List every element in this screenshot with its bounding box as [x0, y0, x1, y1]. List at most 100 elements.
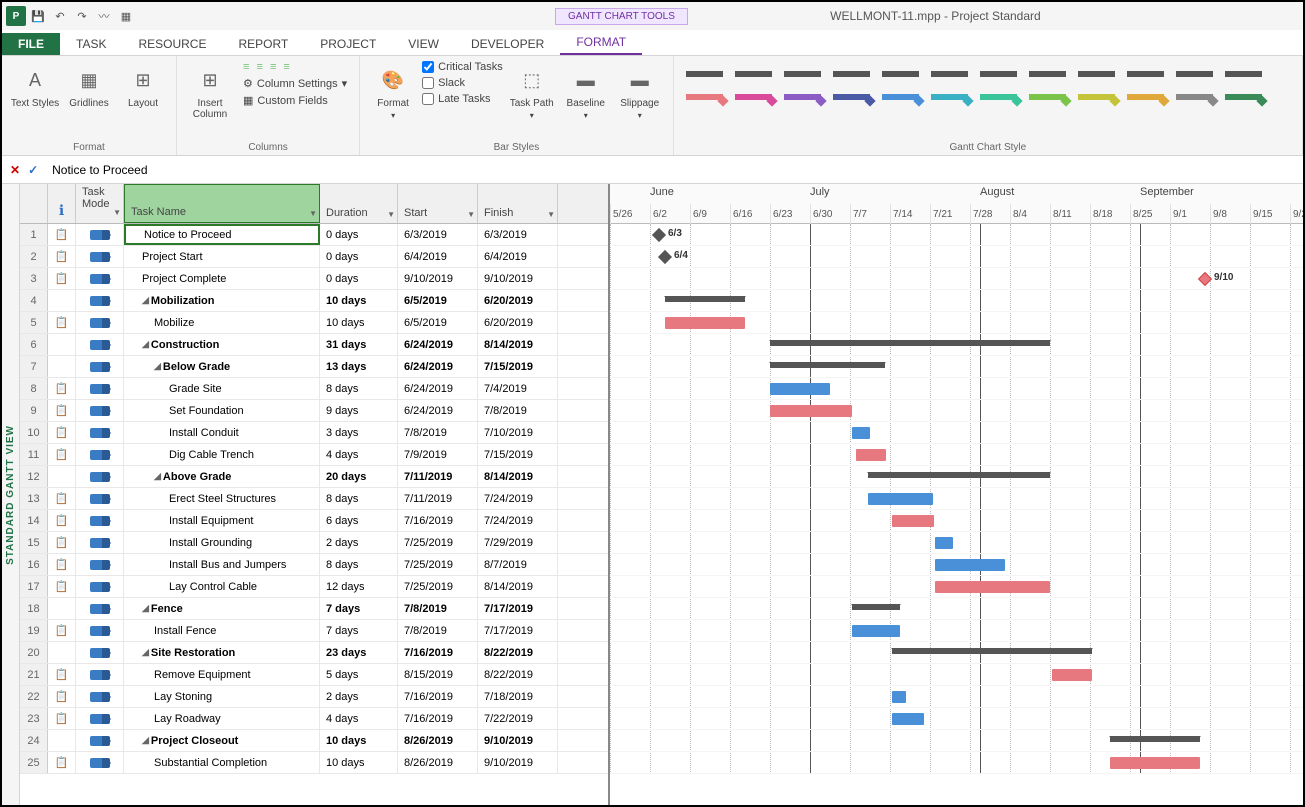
task-name-cell[interactable]: Project Complete — [124, 268, 320, 289]
start-cell[interactable]: 6/24/2019 — [398, 356, 478, 377]
table-row[interactable]: 13Erect Steel Structures8 days7/11/20197… — [20, 488, 608, 510]
task-bar[interactable] — [935, 559, 1005, 571]
header-rownum[interactable] — [20, 184, 48, 223]
info-cell[interactable] — [48, 444, 76, 465]
gantt-style-swatch[interactable] — [878, 60, 923, 110]
duration-cell[interactable]: 8 days — [320, 378, 398, 399]
mode-cell[interactable] — [76, 444, 124, 465]
duration-cell[interactable]: 3 days — [320, 422, 398, 443]
task-bar[interactable] — [892, 713, 924, 725]
row-number[interactable]: 21 — [20, 664, 48, 685]
mode-cell[interactable] — [76, 554, 124, 575]
task-name-cell[interactable]: ◢Fence — [124, 598, 320, 619]
calendar-icon[interactable]: ▦ — [116, 6, 136, 26]
start-cell[interactable]: 6/24/2019 — [398, 334, 478, 355]
row-number[interactable]: 6 — [20, 334, 48, 355]
row-number[interactable]: 11 — [20, 444, 48, 465]
gantt-row[interactable] — [610, 444, 1303, 466]
start-cell[interactable]: 7/11/2019 — [398, 488, 478, 509]
task-name-cell[interactable]: Project Start — [124, 246, 320, 267]
finish-cell[interactable]: 8/14/2019 — [478, 334, 558, 355]
start-cell[interactable]: 6/5/2019 — [398, 290, 478, 311]
gantt-style-swatch[interactable] — [927, 60, 972, 110]
finish-cell[interactable]: 7/17/2019 — [478, 598, 558, 619]
task-name-cell[interactable]: Install Bus and Jumpers — [124, 554, 320, 575]
gantt-row[interactable]: 6/3 — [610, 224, 1303, 246]
gantt-chart[interactable]: JuneJulyAugustSeptember 5/266/26/96/166/… — [610, 184, 1303, 805]
table-row[interactable]: 21Remove Equipment5 days8/15/20198/22/20… — [20, 664, 608, 686]
info-cell[interactable] — [48, 224, 76, 245]
mode-cell[interactable] — [76, 356, 124, 377]
slack-check[interactable]: Slack — [422, 76, 503, 90]
info-cell[interactable] — [48, 620, 76, 641]
info-cell[interactable] — [48, 378, 76, 399]
gantt-row[interactable] — [610, 290, 1303, 312]
start-cell[interactable]: 6/5/2019 — [398, 312, 478, 333]
start-cell[interactable]: 7/11/2019 — [398, 466, 478, 487]
task-bar[interactable] — [665, 317, 745, 329]
gantt-row[interactable] — [610, 730, 1303, 752]
row-number[interactable]: 15 — [20, 532, 48, 553]
task-name-cell[interactable]: Grade Site — [124, 378, 320, 399]
info-cell[interactable] — [48, 686, 76, 707]
task-name-cell[interactable]: Substantial Completion — [124, 752, 320, 773]
task-bar[interactable] — [892, 691, 906, 703]
row-number[interactable]: 23 — [20, 708, 48, 729]
gantt-row[interactable] — [610, 400, 1303, 422]
header-taskmode[interactable]: Task Mode▼ — [76, 184, 124, 223]
row-number[interactable]: 14 — [20, 510, 48, 531]
header-start[interactable]: Start▼ — [398, 184, 478, 223]
task-name-cell[interactable]: Install Grounding — [124, 532, 320, 553]
finish-cell[interactable]: 7/15/2019 — [478, 356, 558, 377]
finish-cell[interactable]: 8/14/2019 — [478, 466, 558, 487]
info-cell[interactable] — [48, 642, 76, 663]
task-bar[interactable] — [1052, 669, 1092, 681]
mode-cell[interactable] — [76, 466, 124, 487]
table-row[interactable]: 20◢Site Restoration23 days7/16/20198/22/… — [20, 642, 608, 664]
mode-cell[interactable] — [76, 532, 124, 553]
task-name-cell[interactable]: ◢Project Closeout — [124, 730, 320, 751]
gantt-row[interactable] — [610, 752, 1303, 774]
task-bar[interactable] — [1110, 757, 1200, 769]
info-cell[interactable] — [48, 246, 76, 267]
start-cell[interactable]: 8/26/2019 — [398, 752, 478, 773]
finish-cell[interactable]: 9/10/2019 — [478, 752, 558, 773]
info-cell[interactable] — [48, 664, 76, 685]
info-cell[interactable] — [48, 290, 76, 311]
duration-cell[interactable]: 0 days — [320, 246, 398, 267]
tab-report[interactable]: REPORT — [222, 33, 304, 55]
start-cell[interactable]: 8/15/2019 — [398, 664, 478, 685]
duration-cell[interactable]: 4 days — [320, 444, 398, 465]
gantt-row[interactable]: 9/10 — [610, 268, 1303, 290]
mode-cell[interactable] — [76, 664, 124, 685]
table-row[interactable]: 17Lay Control Cable12 days7/25/20198/14/… — [20, 576, 608, 598]
tab-resource[interactable]: RESOURCE — [122, 33, 222, 55]
table-row[interactable]: 1Notice to Proceed0 days6/3/20196/3/2019 — [20, 224, 608, 246]
row-number[interactable]: 5 — [20, 312, 48, 333]
start-cell[interactable]: 7/8/2019 — [398, 598, 478, 619]
table-row[interactable]: 25Substantial Completion10 days8/26/2019… — [20, 752, 608, 774]
info-cell[interactable] — [48, 598, 76, 619]
duration-cell[interactable]: 0 days — [320, 224, 398, 245]
insert-column-button[interactable]: ⊞Insert Column — [185, 60, 235, 130]
gantt-row[interactable] — [610, 598, 1303, 620]
start-cell[interactable]: 7/16/2019 — [398, 642, 478, 663]
task-bar[interactable] — [868, 493, 933, 505]
table-row[interactable]: 4◢Mobilization10 days6/5/20196/20/2019 — [20, 290, 608, 312]
tab-task[interactable]: TASK — [60, 33, 122, 55]
task-name-cell[interactable]: ◢Mobilization — [124, 290, 320, 311]
align-buttons[interactable]: ≡ ≡ ≡ ≡ — [239, 60, 351, 74]
gantt-row[interactable] — [610, 708, 1303, 730]
task-name-cell[interactable]: Lay Control Cable — [124, 576, 320, 597]
gantt-row[interactable] — [610, 576, 1303, 598]
start-cell[interactable]: 6/24/2019 — [398, 378, 478, 399]
finish-cell[interactable]: 9/10/2019 — [478, 268, 558, 289]
gantt-row[interactable] — [610, 378, 1303, 400]
duration-cell[interactable]: 6 days — [320, 510, 398, 531]
gantt-style-swatch[interactable] — [1221, 60, 1266, 110]
mode-cell[interactable] — [76, 642, 124, 663]
task-name-cell[interactable]: Install Fence — [124, 620, 320, 641]
duration-cell[interactable]: 7 days — [320, 598, 398, 619]
mode-cell[interactable] — [76, 312, 124, 333]
custom-fields-button[interactable]: ▦ Custom Fields — [239, 93, 351, 108]
